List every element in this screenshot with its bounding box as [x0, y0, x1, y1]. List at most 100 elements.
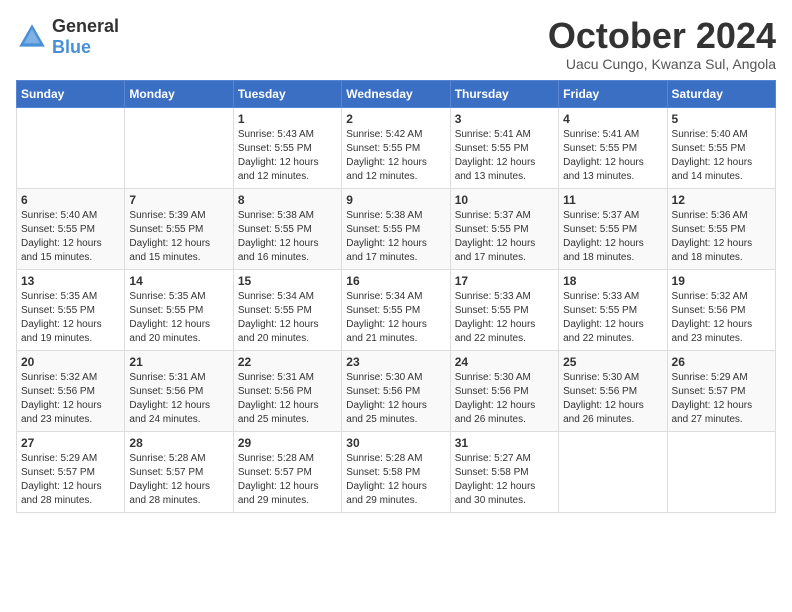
day-number: 9: [346, 193, 445, 207]
day-number: 23: [346, 355, 445, 369]
day-number: 7: [129, 193, 228, 207]
calendar-cell: 3 Sunrise: 5:41 AM Sunset: 5:55 PM Dayli…: [450, 107, 558, 188]
calendar-week-row: 6 Sunrise: 5:40 AM Sunset: 5:55 PM Dayli…: [17, 188, 776, 269]
calendar-cell: 14 Sunrise: 5:35 AM Sunset: 5:55 PM Dayl…: [125, 269, 233, 350]
day-number: 10: [455, 193, 554, 207]
calendar-table: SundayMondayTuesdayWednesdayThursdayFrid…: [16, 80, 776, 513]
day-info: Sunrise: 5:34 AM Sunset: 5:55 PM Dayligh…: [238, 290, 337, 346]
calendar-cell: [559, 431, 667, 512]
sunset-text: Sunset: 5:55 PM: [455, 224, 529, 235]
day-info: Sunrise: 5:30 AM Sunset: 5:56 PM Dayligh…: [346, 371, 445, 427]
sunset-text: Sunset: 5:56 PM: [129, 386, 203, 397]
sunrise-text: Sunrise: 5:41 AM: [455, 129, 531, 140]
sunrise-text: Sunrise: 5:39 AM: [129, 210, 205, 221]
day-number: 19: [672, 274, 771, 288]
sunrise-text: Sunrise: 5:43 AM: [238, 129, 314, 140]
daylight-text: Daylight: 12 hours and 21 minutes.: [346, 319, 427, 344]
day-number: 15: [238, 274, 337, 288]
day-info: Sunrise: 5:40 AM Sunset: 5:55 PM Dayligh…: [21, 209, 120, 265]
day-info: Sunrise: 5:28 AM Sunset: 5:57 PM Dayligh…: [238, 452, 337, 508]
calendar-cell: 31 Sunrise: 5:27 AM Sunset: 5:58 PM Dayl…: [450, 431, 558, 512]
day-number: 2: [346, 112, 445, 126]
day-info: Sunrise: 5:32 AM Sunset: 5:56 PM Dayligh…: [672, 290, 771, 346]
daylight-text: Daylight: 12 hours and 15 minutes.: [21, 238, 102, 263]
sunset-text: Sunset: 5:55 PM: [563, 305, 637, 316]
sunrise-text: Sunrise: 5:42 AM: [346, 129, 422, 140]
day-number: 1: [238, 112, 337, 126]
sunrise-text: Sunrise: 5:34 AM: [238, 291, 314, 302]
weekday-header: Thursday: [450, 80, 558, 107]
sunset-text: Sunset: 5:55 PM: [672, 143, 746, 154]
day-number: 14: [129, 274, 228, 288]
sunset-text: Sunset: 5:56 PM: [238, 386, 312, 397]
calendar-week-row: 13 Sunrise: 5:35 AM Sunset: 5:55 PM Dayl…: [17, 269, 776, 350]
sunrise-text: Sunrise: 5:31 AM: [129, 372, 205, 383]
sunrise-text: Sunrise: 5:34 AM: [346, 291, 422, 302]
sunset-text: Sunset: 5:55 PM: [21, 224, 95, 235]
calendar-cell: 1 Sunrise: 5:43 AM Sunset: 5:55 PM Dayli…: [233, 107, 341, 188]
daylight-text: Daylight: 12 hours and 18 minutes.: [672, 238, 753, 263]
sunset-text: Sunset: 5:56 PM: [346, 386, 420, 397]
daylight-text: Daylight: 12 hours and 25 minutes.: [346, 400, 427, 425]
calendar-cell: 29 Sunrise: 5:28 AM Sunset: 5:57 PM Dayl…: [233, 431, 341, 512]
sunrise-text: Sunrise: 5:35 AM: [21, 291, 97, 302]
day-number: 18: [563, 274, 662, 288]
daylight-text: Daylight: 12 hours and 23 minutes.: [21, 400, 102, 425]
sunrise-text: Sunrise: 5:35 AM: [129, 291, 205, 302]
daylight-text: Daylight: 12 hours and 29 minutes.: [238, 481, 319, 506]
calendar-cell: 5 Sunrise: 5:40 AM Sunset: 5:55 PM Dayli…: [667, 107, 775, 188]
day-number: 11: [563, 193, 662, 207]
sunset-text: Sunset: 5:56 PM: [455, 386, 529, 397]
daylight-text: Daylight: 12 hours and 13 minutes.: [563, 157, 644, 182]
month-title: October 2024: [548, 16, 776, 56]
day-number: 17: [455, 274, 554, 288]
day-info: Sunrise: 5:30 AM Sunset: 5:56 PM Dayligh…: [455, 371, 554, 427]
daylight-text: Daylight: 12 hours and 17 minutes.: [346, 238, 427, 263]
sunrise-text: Sunrise: 5:33 AM: [563, 291, 639, 302]
calendar-week-row: 20 Sunrise: 5:32 AM Sunset: 5:56 PM Dayl…: [17, 350, 776, 431]
calendar-cell: 16 Sunrise: 5:34 AM Sunset: 5:55 PM Dayl…: [342, 269, 450, 350]
day-info: Sunrise: 5:33 AM Sunset: 5:55 PM Dayligh…: [455, 290, 554, 346]
sunrise-text: Sunrise: 5:38 AM: [346, 210, 422, 221]
day-info: Sunrise: 5:28 AM Sunset: 5:58 PM Dayligh…: [346, 452, 445, 508]
sunset-text: Sunset: 5:55 PM: [346, 224, 420, 235]
logo-icon: [16, 21, 48, 53]
calendar-cell: 26 Sunrise: 5:29 AM Sunset: 5:57 PM Dayl…: [667, 350, 775, 431]
day-number: 20: [21, 355, 120, 369]
sunrise-text: Sunrise: 5:27 AM: [455, 453, 531, 464]
calendar-cell: 17 Sunrise: 5:33 AM Sunset: 5:55 PM Dayl…: [450, 269, 558, 350]
calendar-cell: 30 Sunrise: 5:28 AM Sunset: 5:58 PM Dayl…: [342, 431, 450, 512]
weekday-header: Sunday: [17, 80, 125, 107]
day-number: 12: [672, 193, 771, 207]
day-number: 27: [21, 436, 120, 450]
calendar-cell: 8 Sunrise: 5:38 AM Sunset: 5:55 PM Dayli…: [233, 188, 341, 269]
daylight-text: Daylight: 12 hours and 12 minutes.: [238, 157, 319, 182]
sunset-text: Sunset: 5:57 PM: [672, 386, 746, 397]
calendar-cell: 27 Sunrise: 5:29 AM Sunset: 5:57 PM Dayl…: [17, 431, 125, 512]
day-info: Sunrise: 5:28 AM Sunset: 5:57 PM Dayligh…: [129, 452, 228, 508]
daylight-text: Daylight: 12 hours and 27 minutes.: [672, 400, 753, 425]
sunrise-text: Sunrise: 5:30 AM: [563, 372, 639, 383]
day-info: Sunrise: 5:38 AM Sunset: 5:55 PM Dayligh…: [238, 209, 337, 265]
sunrise-text: Sunrise: 5:28 AM: [238, 453, 314, 464]
day-number: 16: [346, 274, 445, 288]
sunrise-text: Sunrise: 5:33 AM: [455, 291, 531, 302]
sunset-text: Sunset: 5:57 PM: [129, 467, 203, 478]
daylight-text: Daylight: 12 hours and 28 minutes.: [129, 481, 210, 506]
sunset-text: Sunset: 5:55 PM: [346, 143, 420, 154]
day-info: Sunrise: 5:33 AM Sunset: 5:55 PM Dayligh…: [563, 290, 662, 346]
sunset-text: Sunset: 5:55 PM: [238, 305, 312, 316]
calendar-cell: [17, 107, 125, 188]
day-info: Sunrise: 5:34 AM Sunset: 5:55 PM Dayligh…: [346, 290, 445, 346]
calendar-cell: 6 Sunrise: 5:40 AM Sunset: 5:55 PM Dayli…: [17, 188, 125, 269]
calendar-cell: 22 Sunrise: 5:31 AM Sunset: 5:56 PM Dayl…: [233, 350, 341, 431]
calendar-cell: 13 Sunrise: 5:35 AM Sunset: 5:55 PM Dayl…: [17, 269, 125, 350]
sunset-text: Sunset: 5:55 PM: [21, 305, 95, 316]
calendar-cell: [667, 431, 775, 512]
day-info: Sunrise: 5:31 AM Sunset: 5:56 PM Dayligh…: [238, 371, 337, 427]
day-number: 30: [346, 436, 445, 450]
day-number: 4: [563, 112, 662, 126]
calendar-cell: 18 Sunrise: 5:33 AM Sunset: 5:55 PM Dayl…: [559, 269, 667, 350]
daylight-text: Daylight: 12 hours and 18 minutes.: [563, 238, 644, 263]
daylight-text: Daylight: 12 hours and 16 minutes.: [238, 238, 319, 263]
